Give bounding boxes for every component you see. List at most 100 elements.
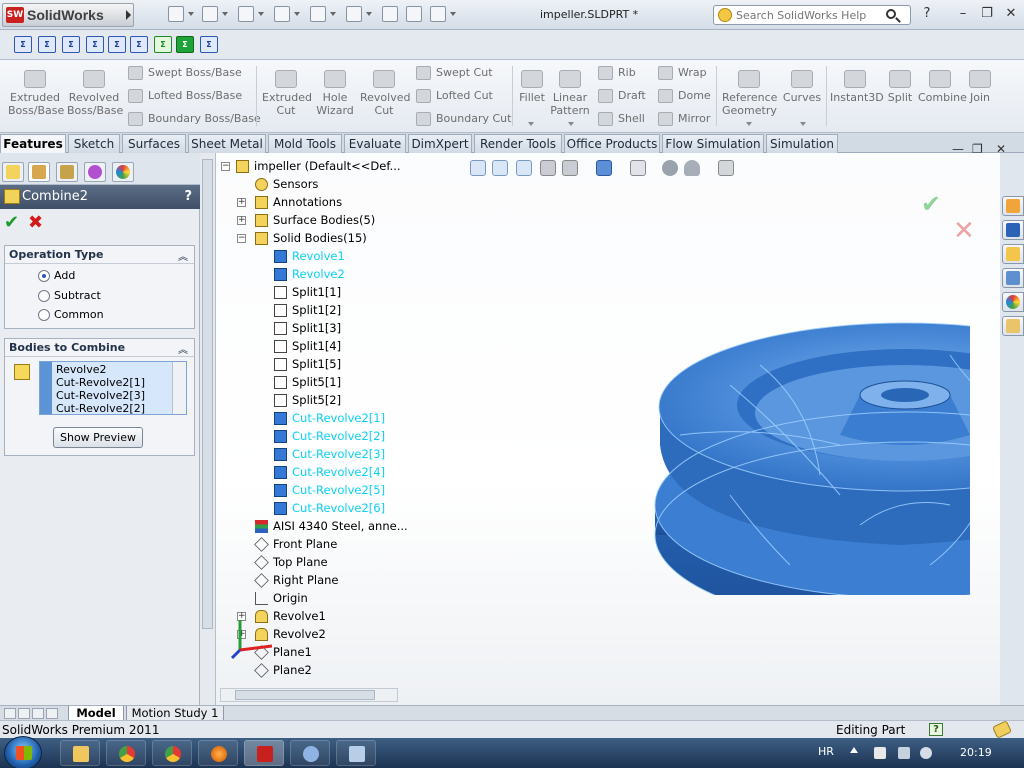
new-document-icon[interactable] [168, 6, 184, 22]
appearances-tab[interactable] [1002, 292, 1024, 312]
action-center-icon[interactable] [874, 747, 886, 759]
tree-item-right-plane[interactable]: Right Plane [254, 572, 338, 589]
toolbar-tool-icon[interactable]: Σ [154, 36, 172, 53]
tree-item-solid-bodies[interactable]: Solid Bodies(15) [255, 230, 367, 247]
zoom-to-area-icon[interactable] [492, 160, 508, 176]
reference-geometry-dropdown-icon[interactable] [746, 122, 752, 126]
feature-manager-tab[interactable] [2, 162, 24, 182]
help-icon[interactable]: ? [184, 189, 192, 204]
help-search-box[interactable] [713, 5, 911, 25]
tree-item-annotations[interactable]: Annotations [255, 194, 342, 211]
close-icon[interactable]: ✕ [1002, 6, 1020, 22]
toolbar-tool-icon[interactable]: Σ [200, 36, 218, 53]
edit-appearance-icon[interactable] [662, 160, 678, 176]
options-icon[interactable] [430, 6, 446, 22]
view-orientation-icon[interactable] [562, 160, 578, 176]
list-item[interactable]: Revolve2 [56, 363, 107, 376]
tree-item-body[interactable]: Split1[2] [274, 302, 341, 319]
tree-item-material[interactable]: AISI 4340 Steel, anne... [255, 518, 408, 535]
select-dropdown-icon[interactable] [366, 12, 372, 16]
view-palette-tab[interactable] [1002, 268, 1024, 288]
panel-splitter[interactable] [200, 153, 216, 705]
tree-item-plane2[interactable]: Plane2 [254, 662, 312, 679]
last-tab-arrow-icon[interactable] [46, 708, 58, 719]
tab-sheet-metal[interactable]: Sheet Metal [188, 134, 266, 153]
toolbar-tool-icon[interactable]: Σ [14, 36, 32, 53]
revolved-boss-button[interactable]: Revolved Boss/Base [67, 70, 123, 117]
help-search-input[interactable] [736, 8, 886, 23]
radio-dot[interactable] [38, 270, 50, 282]
tree-item-plane1[interactable]: Plane1 [254, 644, 312, 661]
save-icon[interactable] [238, 6, 254, 22]
curves-dropdown-icon[interactable] [800, 122, 806, 126]
tree-root[interactable]: impeller (Default<<Def... [236, 158, 401, 175]
show-preview-button[interactable]: Show Preview [53, 427, 143, 448]
open-dropdown-icon[interactable] [222, 12, 228, 16]
prev-tab-arrow-icon[interactable] [18, 708, 30, 719]
tree-item-origin[interactable]: Origin [255, 590, 308, 607]
extruded-cut-button[interactable]: Extruded Cut [262, 70, 312, 117]
tree-scrollbar[interactable] [202, 159, 213, 629]
reference-geometry-button[interactable]: Reference Geometry [722, 70, 777, 117]
doc-restore-icon[interactable]: ❐ [972, 142, 983, 156]
boundary-boss-button[interactable]: Boundary Boss/Base [128, 110, 261, 128]
tree-horizontal-scrollbar[interactable] [220, 688, 398, 702]
ok-button[interactable]: ✔ [4, 214, 22, 232]
tree-item-body[interactable]: Revolve1 [274, 248, 345, 265]
bodies-selection-list[interactable]: Revolve2 Cut-Revolve2[1] Cut-Revolve2[3]… [39, 361, 187, 415]
tree-item-revolve2[interactable]: Revolve2 [255, 626, 326, 643]
lofted-boss-button[interactable]: Lofted Boss/Base [128, 87, 242, 105]
rebuild-icon[interactable] [382, 6, 398, 22]
first-tab-arrow-icon[interactable] [4, 708, 16, 719]
doc-minimize-icon[interactable]: — [952, 142, 964, 156]
next-tab-arrow-icon[interactable] [32, 708, 44, 719]
tree-item-body[interactable]: Split5[2] [274, 392, 341, 409]
dome-button[interactable]: Dome [658, 87, 711, 105]
tab-simulation[interactable]: Simulation [766, 134, 838, 153]
tab-dimxpert[interactable]: DimXpert [408, 134, 472, 153]
tree-item-sensors[interactable]: Sensors [255, 176, 318, 193]
show-hidden-icons-icon[interactable] [850, 747, 858, 753]
tree-item-body[interactable]: Cut-Revolve2[1] [274, 410, 385, 427]
tab-features[interactable]: Features [0, 134, 66, 154]
tree-item-body[interactable]: Split1[5] [274, 356, 341, 373]
tab-motion-study[interactable]: Motion Study 1 [126, 706, 224, 721]
expand-icon[interactable]: + [237, 198, 246, 207]
confirm-ok-icon[interactable]: ✔ [921, 190, 941, 218]
list-item[interactable]: Cut-Revolve2[2] [56, 402, 145, 414]
tab-surfaces[interactable]: Surfaces [122, 134, 186, 153]
toolbar-tool-icon[interactable]: Σ [86, 36, 104, 53]
boundary-cut-button[interactable]: Boundary Cut [416, 110, 511, 128]
display-style-icon[interactable] [596, 160, 612, 176]
extruded-boss-button[interactable]: Extruded Boss/Base [8, 70, 64, 117]
tree-item-body[interactable]: Split1[1] [274, 284, 341, 301]
list-item[interactable]: Cut-Revolve2[3] [56, 389, 145, 402]
tree-item-body[interactable]: Cut-Revolve2[5] [274, 482, 385, 499]
tree-item-body[interactable]: Revolve2 [274, 266, 345, 283]
print-icon[interactable] [274, 6, 290, 22]
cancel-button[interactable]: ✖ [28, 214, 46, 232]
linear-pattern-dropdown-icon[interactable] [568, 122, 574, 126]
solidworks-menu-button[interactable]: SW SolidWorks [2, 3, 134, 27]
start-button[interactable] [4, 736, 42, 768]
list-item[interactable]: Cut-Revolve2[1] [56, 376, 145, 389]
print-dropdown-icon[interactable] [294, 12, 300, 16]
collapse-icon[interactable]: ︽ [178, 248, 188, 263]
minimize-icon[interactable]: – [954, 6, 972, 22]
tree-item-body[interactable]: Split1[4] [274, 338, 341, 355]
bodies-header[interactable]: Bodies to Combine [5, 339, 194, 357]
tree-item-top-plane[interactable]: Top Plane [254, 554, 328, 571]
restore-icon[interactable]: ❐ [978, 6, 996, 22]
language-indicator[interactable]: HR [818, 745, 834, 758]
undo-dropdown-icon[interactable] [330, 12, 336, 16]
scroll-thumb[interactable] [235, 690, 375, 700]
rib-button[interactable]: Rib [598, 64, 636, 82]
rebuild-status-icon[interactable] [992, 720, 1012, 739]
search-icon[interactable] [886, 9, 896, 19]
tree-item-body[interactable]: Cut-Revolve2[4] [274, 464, 385, 481]
save-dropdown-icon[interactable] [258, 12, 264, 16]
view-settings-icon[interactable] [718, 160, 734, 176]
lofted-cut-button[interactable]: Lofted Cut [416, 87, 493, 105]
tab-evaluate[interactable]: Evaluate [344, 134, 406, 153]
operation-type-header[interactable]: Operation Type [5, 246, 194, 264]
